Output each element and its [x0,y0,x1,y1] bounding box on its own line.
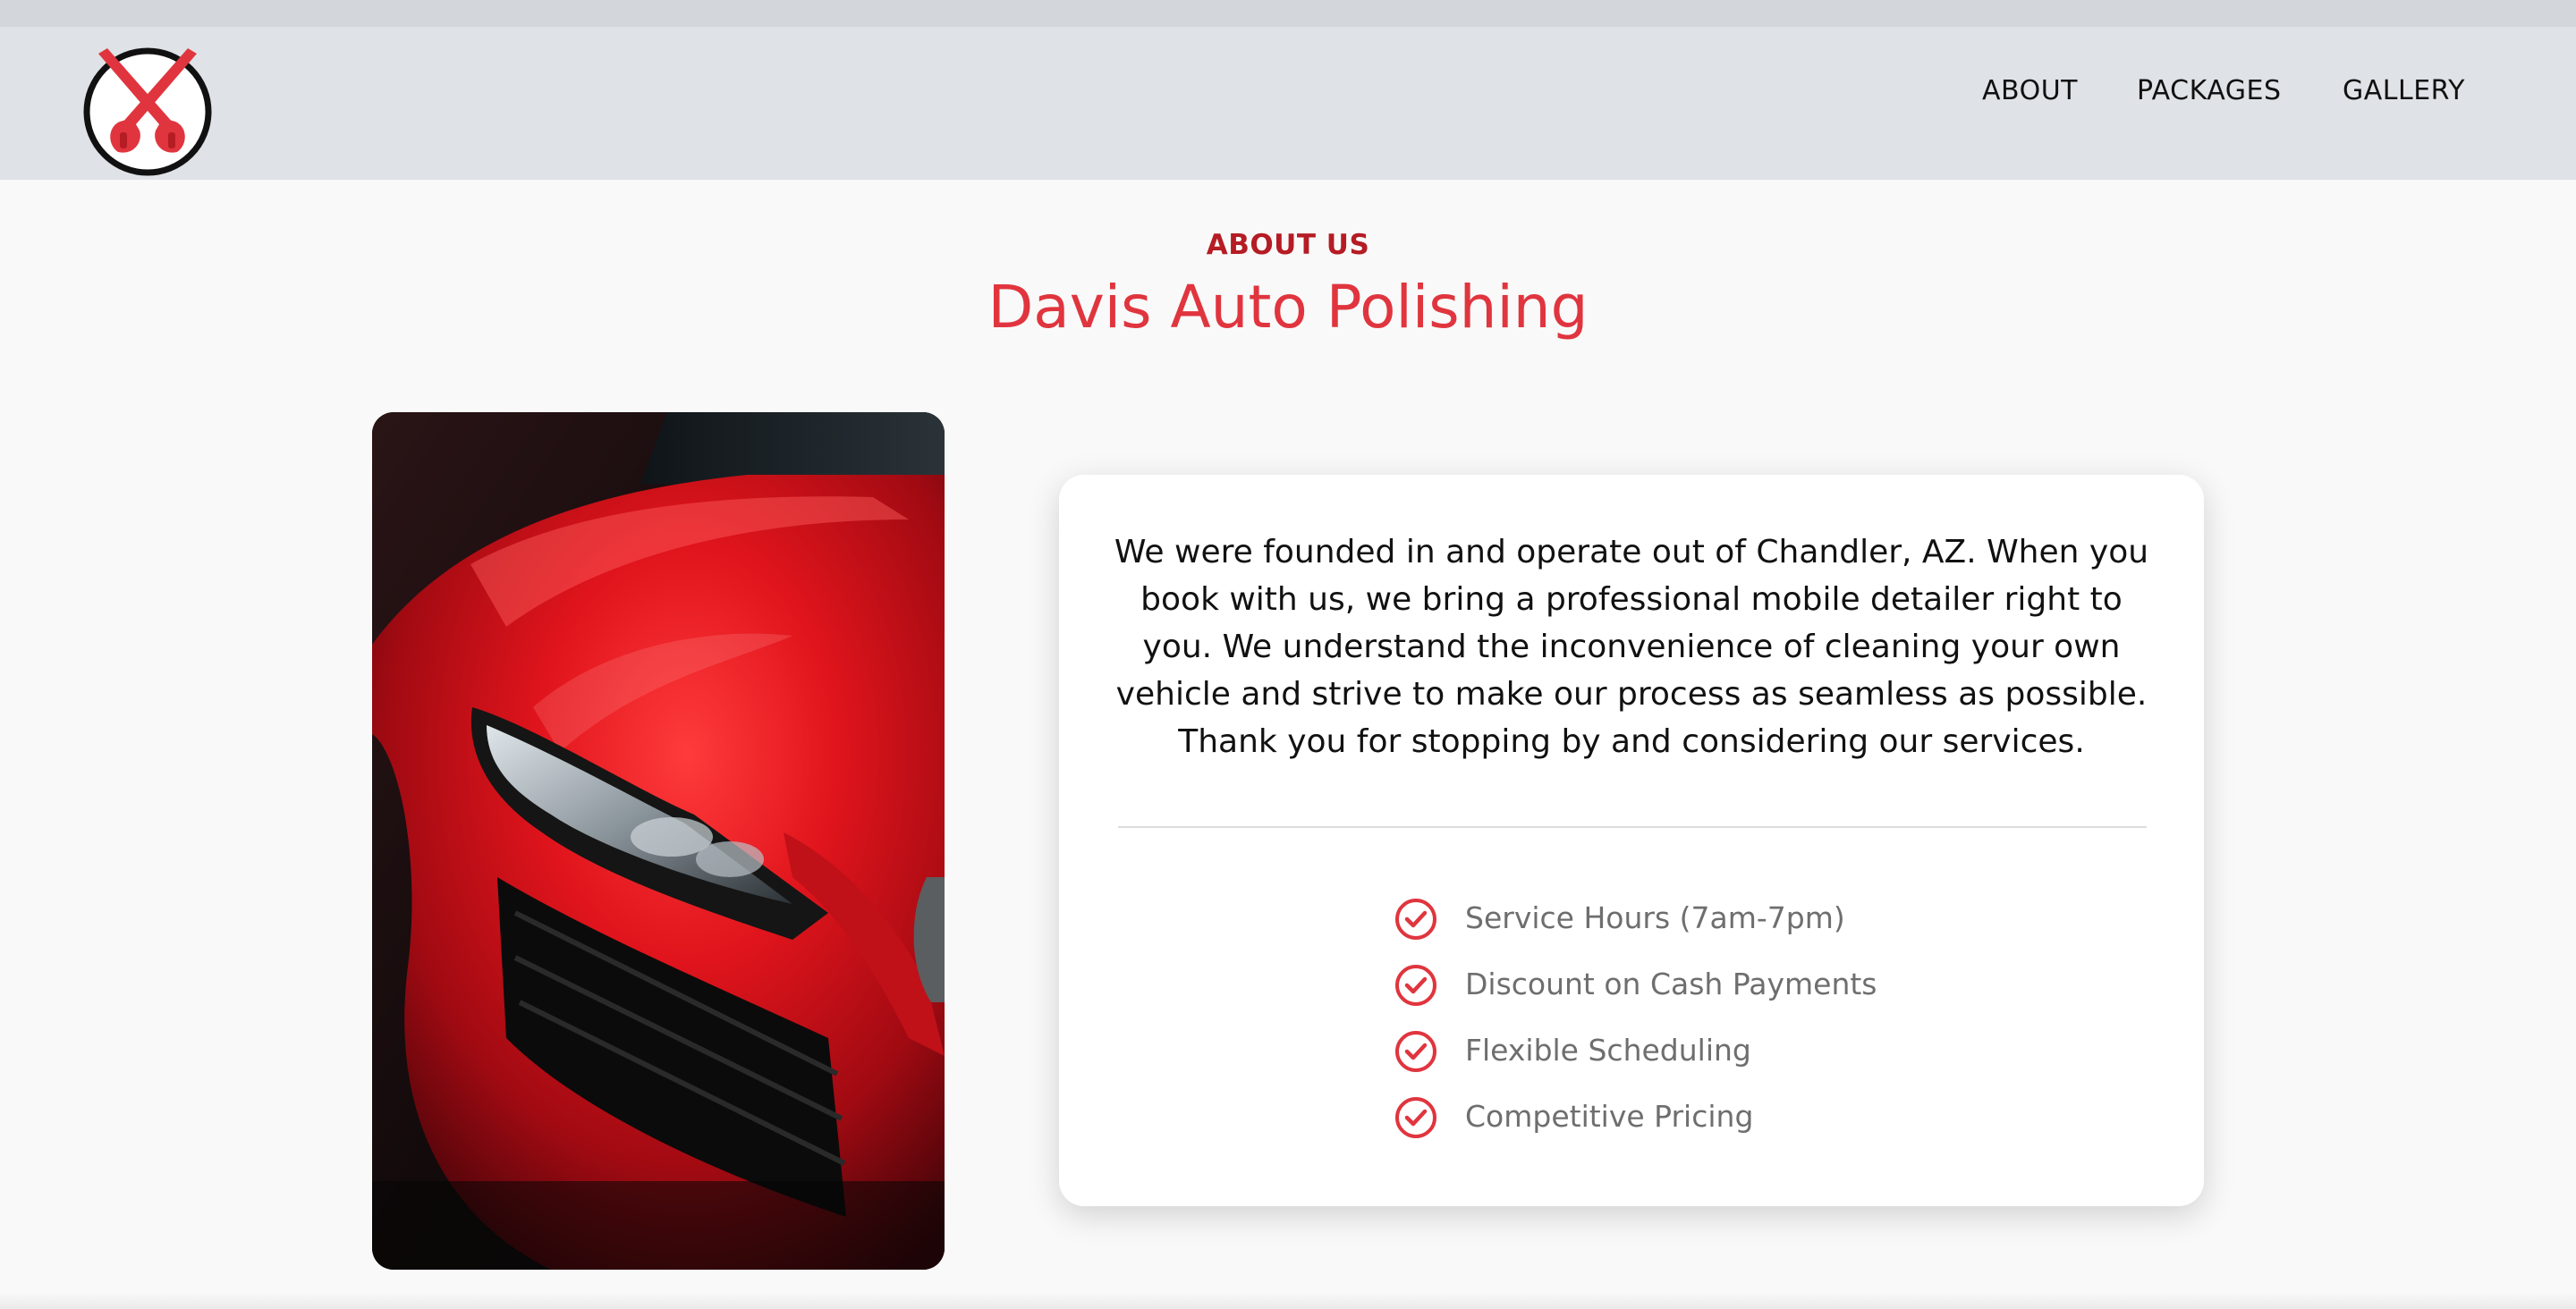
check-circle-icon [1395,1097,1436,1138]
browser-top-strip [0,0,2576,27]
nav-gallery-link[interactable]: GALLERY [2343,75,2465,106]
feature-label: Competitive Pricing [1465,1099,1754,1134]
check-circle-icon [1395,965,1436,1006]
nav-about-link[interactable]: ABOUT [1982,75,2078,106]
about-description: We were founded in and operate out of Ch… [1114,534,2149,760]
feature-item-competitive-pricing: Competitive Pricing [1394,1092,2020,1158]
check-circle-icon [1395,1031,1436,1072]
card-divider [1118,826,2147,828]
feature-item-flexible-scheduling: Flexible Scheduling [1394,1026,2020,1092]
feature-label: Discount on Cash Payments [1465,967,1877,1001]
feature-label: Service Hours (7am-7pm) [1465,900,1845,935]
nav-packages-link[interactable]: PACKAGES [2137,75,2282,106]
check-circle-icon [1395,899,1436,940]
red-sports-car-image [372,412,945,1270]
car-photo [372,412,945,1270]
feature-item-cash-discount: Discount on Cash Payments [1394,959,2020,1026]
feature-item-service-hours: Service Hours (7am-7pm) [1394,893,2020,959]
logo[interactable] [80,45,215,179]
feature-label: Flexible Scheduling [1465,1033,1751,1068]
crossed-spray-guns-icon [83,47,212,176]
site-header: ABOUT PACKAGES GALLERY [0,27,2576,180]
section-eyebrow: ABOUT US [1206,229,1370,261]
section-title: Davis Auto Polishing [987,273,1589,342]
about-card: We were founded in and operate out of Ch… [1059,475,2204,1206]
section-bottom-shadow [0,1291,2576,1309]
feature-list: Service Hours (7am-7pm) Discount on Cash… [1394,893,2020,1158]
